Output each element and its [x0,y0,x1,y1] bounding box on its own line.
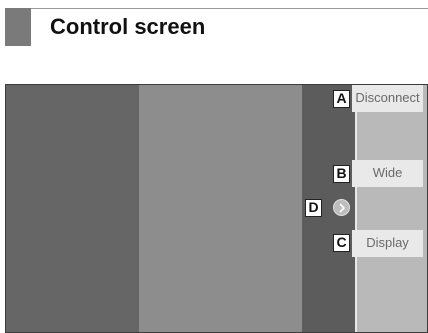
header-rule [31,8,428,9]
control-screen [5,84,428,333]
disconnect-button[interactable]: Disconnect [352,85,423,112]
header-accent-block [5,8,31,46]
control-side-panel [355,85,427,332]
center-view-panel [139,85,302,332]
callout-b: B [333,165,350,183]
chevron-right-icon[interactable] [333,199,350,216]
wide-button[interactable]: Wide [352,160,423,187]
callout-d: D [305,199,322,217]
display-button[interactable]: Display [352,230,423,257]
left-view-panel [6,85,139,332]
callout-a: A [333,90,350,108]
section-header: Control screen [0,0,428,48]
page-title: Control screen [50,14,206,39]
callout-c: C [333,234,350,252]
chevron-right-glyph [339,203,346,213]
